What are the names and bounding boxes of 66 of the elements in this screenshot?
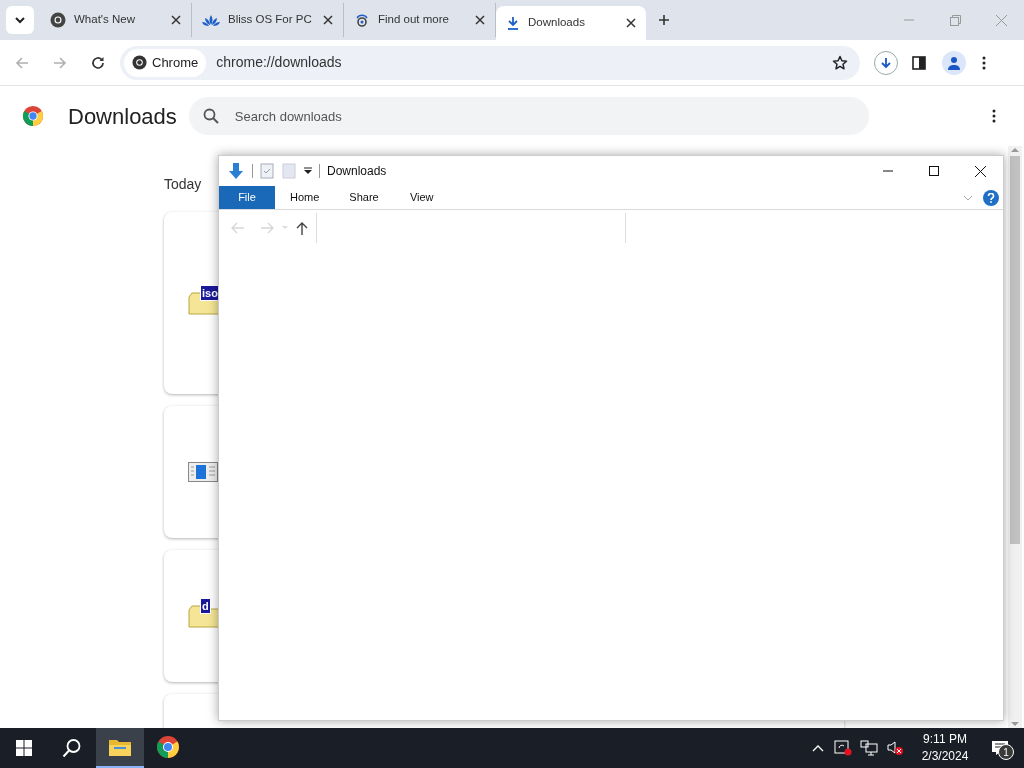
url-text: chrome://downloads [216,53,342,72]
site-chip[interactable]: Chrome [124,48,207,77]
ribbon-tab[interactable]: File [219,186,275,209]
lotus-icon [202,13,220,27]
side-panel-icon[interactable] [912,55,926,70]
address-field[interactable] [316,213,626,243]
close-tab-icon[interactable] [626,18,636,28]
windows-logo-icon [16,740,32,756]
chevron-down-icon [14,14,26,26]
chrome-icon [156,735,180,759]
document-icon [188,462,218,482]
search-icon [202,108,219,124]
restore-icon [949,14,961,26]
scrollbar-thumb[interactable] [1010,156,1020,544]
browser-tab[interactable]: Downloads [496,6,646,40]
chrome-icon [50,12,66,28]
scroll-up-icon[interactable] [1011,146,1019,154]
profile-button[interactable] [942,50,966,75]
browser-tab[interactable]: What's New [40,3,192,37]
help-icon[interactable] [983,189,999,206]
forward-arrow-icon [53,55,67,70]
clock-time[interactable]: 9:11 PM [923,731,967,748]
chrome-logo-icon [22,105,44,127]
file-type-label: d [200,598,211,614]
close-tab-icon[interactable] [475,15,485,25]
plus-icon [658,14,670,26]
browser-tab[interactable]: Bliss OS For PC [192,3,344,37]
search-icon [62,738,82,758]
file-type-label: iso [200,285,220,301]
person-icon [947,55,961,70]
windows-update-icon[interactable] [834,740,852,756]
clock-date[interactable]: 2/3/2024 [921,748,969,765]
ribbon-tab[interactable]: View [393,186,450,209]
bookmark-star-icon[interactable] [832,54,848,71]
ribbon-tab[interactable]: Home [275,186,335,209]
close-icon [995,14,1007,26]
download-icon [880,56,892,69]
tab-search-button[interactable] [6,6,34,34]
search-field[interactable]: Search downloads [188,97,869,135]
folder-icon [108,737,132,757]
network-icon[interactable] [860,740,878,756]
up-arrow-icon[interactable] [296,221,308,235]
customize-caret-icon[interactable] [304,167,312,175]
reload-icon [91,55,105,70]
chrome-icon [132,55,147,70]
swirl-icon [354,12,370,28]
minimize-icon [883,170,893,172]
notification-badge: 1 [998,744,1014,760]
more-options-icon[interactable] [992,109,996,123]
section-heading: Today [164,176,202,192]
close-tab-icon[interactable] [323,15,333,25]
ribbon-tab[interactable]: Share [334,186,394,209]
explorer-taskbar-button[interactable] [96,728,144,768]
address-bar[interactable]: Chrome chrome://downloads [120,45,860,80]
minimize-icon [904,19,914,21]
back-arrow-icon [15,55,29,70]
close-icon [974,165,986,177]
menu-icon[interactable] [982,55,986,70]
page-title: Downloads [68,102,177,131]
download-icon [506,16,520,30]
maximize-icon [929,166,939,176]
close-tab-icon[interactable] [171,15,181,25]
speaker-muted-icon[interactable] [886,740,904,756]
window-title: Downloads [327,163,387,180]
chevron-up-icon[interactable] [812,744,824,752]
download-arrow-icon [227,162,245,180]
